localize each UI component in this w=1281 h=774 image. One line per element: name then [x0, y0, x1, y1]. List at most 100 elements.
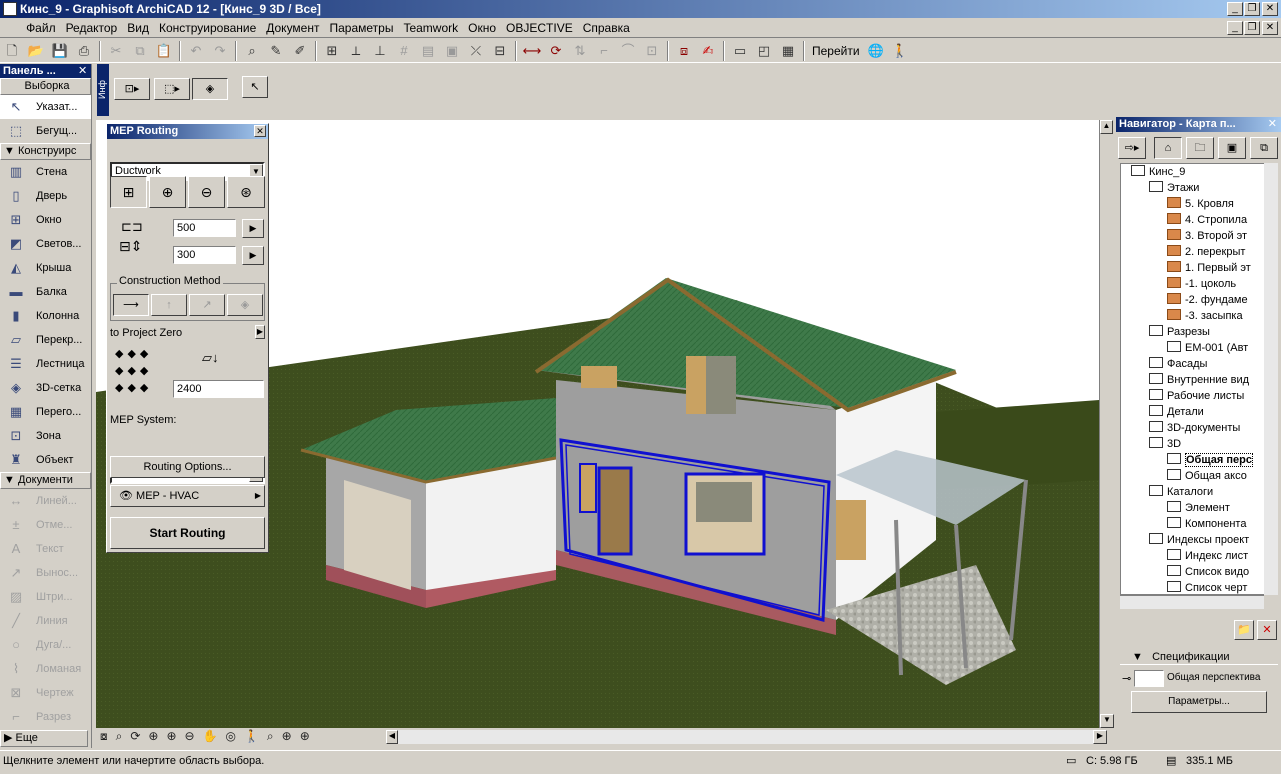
zoom-icons[interactable]: ⧇⌕⟳⊕⊕⊖✋◎🚶⌕⊕⊕ [100, 729, 318, 744]
info-box-side-tab[interactable]: Инф [97, 64, 109, 116]
publisher-icon[interactable]: ⇨▸ [1118, 137, 1146, 159]
tree-item[interactable]: 3D-документы [1149, 420, 1240, 436]
viewport-vertical-scrollbar[interactable]: ▲ ▼ [1099, 120, 1114, 728]
tree-item[interactable]: 3. Второй эт [1167, 228, 1247, 244]
tree-item[interactable]: -2. фундаме [1167, 292, 1248, 308]
view-map-icon[interactable]: 🗀 [1186, 137, 1214, 159]
height-field[interactable]: 300 [173, 246, 236, 264]
tool-curtain-wall[interactable]: ▦ Перего... [0, 400, 91, 424]
doc-restore-button[interactable]: ❐ [1244, 21, 1260, 35]
tree-item[interactable]: 3D [1149, 436, 1181, 452]
view-set-button[interactable]: 👁 MEP - HVAC ▶ [110, 485, 265, 507]
marquee-rotated-button[interactable]: ◈ [192, 78, 228, 100]
pointer-button[interactable]: ↖ [242, 76, 268, 98]
tree-item[interactable]: Индекс лист [1167, 548, 1248, 564]
view-mode-icon[interactable]: ▭ [729, 40, 751, 62]
tool-column[interactable]: ▮ Колонна [0, 304, 91, 328]
tree-item[interactable]: Список видо [1167, 564, 1249, 580]
tree-item[interactable]: 1. Первый эт [1167, 260, 1251, 276]
snap-guides-icon[interactable]: ⟂ [345, 40, 367, 62]
new-view-button[interactable]: 📁 [1234, 620, 1254, 640]
print-icon[interactable]: ⎙ [73, 40, 95, 62]
grid-icon[interactable]: # [393, 40, 415, 62]
cursor-snap-icon[interactable]: ⤫ [465, 40, 487, 62]
paste-icon[interactable]: 📋 [153, 40, 175, 62]
tool-arrow[interactable]: ↖ Указат... [0, 95, 91, 119]
web-icon[interactable]: 🌐 [865, 40, 887, 62]
menu-file[interactable]: Файл [21, 18, 61, 38]
goto-button[interactable]: Перейти [808, 39, 864, 63]
more-group[interactable]: ▶ Еще [0, 730, 88, 747]
cut-icon[interactable]: ✂ [105, 40, 127, 62]
tool-polyline[interactable]: ⌇ Ломаная [0, 657, 91, 681]
width-arrow-button[interactable]: ▶ [242, 219, 264, 238]
menu-document[interactable]: Документ [261, 18, 324, 38]
tool-level[interactable]: ± Отме... [0, 513, 91, 537]
tree-scrollbar[interactable] [1264, 163, 1278, 595]
shape-round-button[interactable]: ⊕ [149, 176, 186, 208]
tool-line[interactable]: ╱ Линия [0, 609, 91, 633]
tool-slab[interactable]: ▱ Перекр... [0, 328, 91, 352]
selection-group[interactable]: Выборка [0, 78, 91, 95]
drag-icon[interactable]: ⟷ [521, 40, 543, 62]
close-icon[interactable]: ✕ [1268, 117, 1277, 132]
tree-item[interactable]: Индексы проект [1149, 532, 1249, 548]
tool-arc[interactable]: ○ Дуга/... [0, 633, 91, 657]
menu-options[interactable]: Параметры [324, 18, 398, 38]
shape-oval-button[interactable]: ⊖ [188, 176, 225, 208]
tree-item[interactable]: Компонента [1167, 516, 1246, 532]
resize-icon[interactable]: ⊡ [641, 40, 663, 62]
delete-view-button[interactable]: ✕ [1257, 620, 1277, 640]
gravity-icon[interactable]: ⊥ [369, 40, 391, 62]
tree-item[interactable]: 2. перекрыт [1167, 244, 1245, 260]
brush-icon[interactable]: ✍ [697, 40, 719, 62]
walk-icon[interactable]: 🚶 [889, 40, 911, 62]
anchor-grid[interactable]: ◆◆◆ ◆◆◆ ◆◆◆ [115, 346, 167, 398]
tool-wall[interactable]: ▥ Стена [0, 160, 91, 184]
params-button[interactable]: Параметры... [1131, 691, 1267, 713]
tree-item[interactable]: Каталоги [1149, 484, 1213, 500]
tree-item[interactable]: -3. засыпка [1167, 308, 1243, 324]
menu-edit[interactable]: Редактор [61, 18, 123, 38]
new-icon[interactable]: 🗋 [1, 40, 23, 62]
method-vertical-button[interactable]: ↑ [151, 294, 187, 316]
spec-header[interactable]: ▼ Спецификации [1120, 649, 1278, 665]
fillet-icon[interactable]: ⌐ [593, 40, 615, 62]
close-icon[interactable]: ✕ [78, 64, 87, 78]
routing-options-button[interactable]: Routing Options... [110, 456, 265, 478]
layout-icon[interactable]: ▦ [777, 40, 799, 62]
eyedropper-icon[interactable]: ✎ [265, 40, 287, 62]
tree-item[interactable]: Кинс_9 [1131, 164, 1185, 180]
tool-section[interactable]: ⌐ Разрез [0, 705, 91, 729]
tree-item[interactable]: -1. цоколь [1167, 276, 1236, 292]
method-straight-button[interactable]: ⟶ [113, 294, 149, 316]
method-slope-button[interactable]: ↗ [189, 294, 225, 316]
redo-icon[interactable]: ↷ [209, 40, 231, 62]
tree-item[interactable]: Рабочие листы [1149, 388, 1244, 404]
tool-text[interactable]: A Текст [0, 537, 91, 561]
maximize-button[interactable]: ❐ [1244, 2, 1260, 16]
document-group[interactable]: ▼ Документи [0, 472, 91, 489]
scroll-left-button[interactable]: ◀ [386, 730, 398, 744]
viewport-horizontal-scrollbar[interactable] [398, 730, 1093, 744]
tree-item[interactable]: Список черт [1167, 580, 1247, 594]
tree-item[interactable]: Разрезы [1149, 324, 1210, 340]
tree-item[interactable]: Общая перс [1167, 452, 1253, 468]
tool-marquee[interactable]: ⬚ Бегущ... [0, 119, 91, 143]
tool-label[interactable]: ↗ Вынос... [0, 561, 91, 585]
height-arrow-button[interactable]: ▶ [242, 246, 264, 265]
tool-door[interactable]: ▯ Дверь [0, 184, 91, 208]
width-field[interactable]: 500 [173, 219, 236, 237]
scroll-right-button[interactable]: ▶ [1093, 730, 1107, 744]
menu-design[interactable]: Конструирование [154, 18, 261, 38]
project-map-icon[interactable]: ⌂ [1154, 137, 1182, 159]
tree-item[interactable]: Элемент [1167, 500, 1230, 516]
tool-fill[interactable]: ▨ Штри... [0, 585, 91, 609]
tool-mesh[interactable]: ◈ 3D-сетка [0, 376, 91, 400]
tree-item[interactable]: 4. Стропила [1167, 212, 1247, 228]
doc-minimize-button[interactable]: _ [1227, 21, 1243, 35]
menu-view[interactable]: Вид [122, 18, 154, 38]
tool-object[interactable]: ♜ Объект [0, 448, 91, 472]
shape-flex-button[interactable]: ⊛ [227, 176, 265, 208]
find-select-icon[interactable]: ⌕ [241, 40, 263, 62]
